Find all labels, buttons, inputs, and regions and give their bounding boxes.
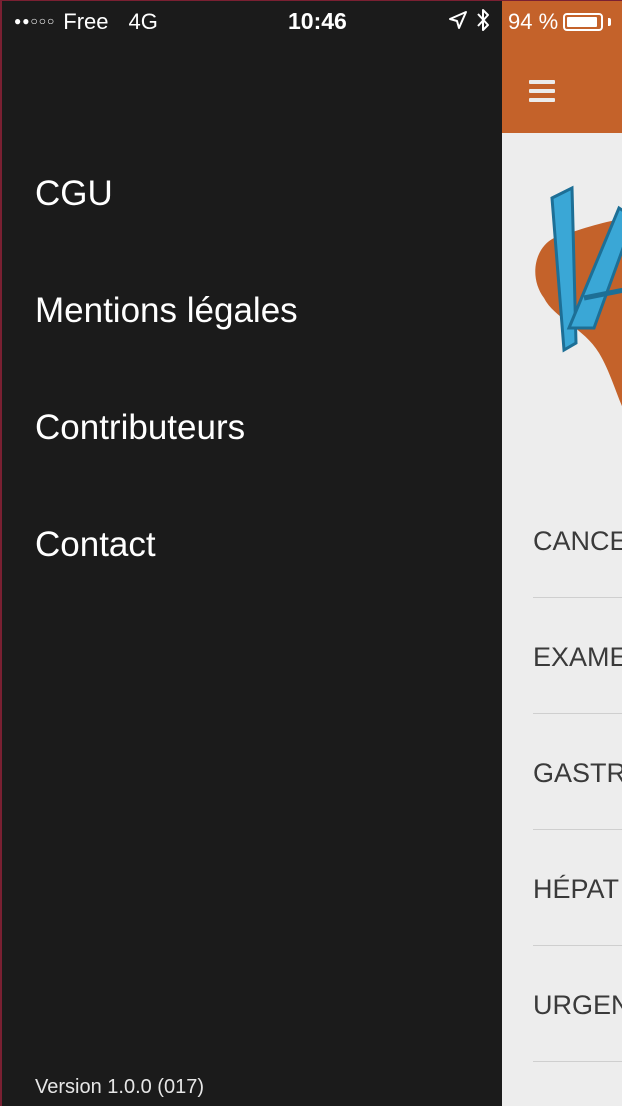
- list-item[interactable]: HÉPAT: [502, 830, 622, 946]
- list-item-label: CANCE: [533, 526, 622, 556]
- menu-item-mentions-legales[interactable]: Mentions légales: [35, 285, 298, 402]
- list-item[interactable]: CANCE: [502, 482, 622, 598]
- bluetooth-icon: [477, 9, 489, 31]
- network-type: 4G: [128, 9, 158, 34]
- main-content: CANCE EXAME GASTR HÉPAT URGEN: [502, 0, 622, 1106]
- side-drawer: CGU Mentions légales Contributeurs Conta…: [0, 0, 502, 1106]
- list-item-label: HÉPAT: [533, 874, 620, 904]
- list-item-label: GASTR: [533, 758, 622, 788]
- menu-item-contact[interactable]: Contact: [35, 519, 298, 636]
- hamburger-menu-icon[interactable]: [529, 80, 555, 102]
- app-logo: [535, 185, 622, 407]
- status-icons: [448, 8, 490, 32]
- divider: [533, 1061, 622, 1062]
- battery-percent: 94 %: [508, 9, 559, 34]
- app-version-text: Version 1.0.0 (017): [35, 1076, 204, 1098]
- menu-item-contributeurs[interactable]: Contributeurs: [35, 402, 298, 519]
- list-item[interactable]: URGEN: [502, 946, 622, 1062]
- list-item-label: URGEN: [533, 990, 622, 1020]
- carrier-name: Free: [63, 9, 109, 34]
- carrier-info: ●●○○○ Free 4G: [14, 9, 158, 35]
- status-time: 10:46: [288, 8, 347, 34]
- status-bar: ●●○○○ Free 4G 10:46 94 %: [0, 0, 622, 42]
- list-item[interactable]: EXAME: [502, 598, 622, 714]
- battery-indicator: 94 %: [508, 9, 612, 35]
- drawer-menu: CGU Mentions légales Contributeurs Conta…: [35, 168, 298, 636]
- list-item[interactable]: GASTR: [502, 714, 622, 830]
- battery-icon: [563, 13, 604, 31]
- signal-strength-icon: ●●○○○: [14, 14, 56, 28]
- list-item-label: EXAME: [533, 642, 622, 672]
- location-arrow-icon: [449, 11, 467, 29]
- category-list: CANCE EXAME GASTR HÉPAT URGEN: [502, 482, 622, 1062]
- menu-item-cgu[interactable]: CGU: [35, 168, 298, 285]
